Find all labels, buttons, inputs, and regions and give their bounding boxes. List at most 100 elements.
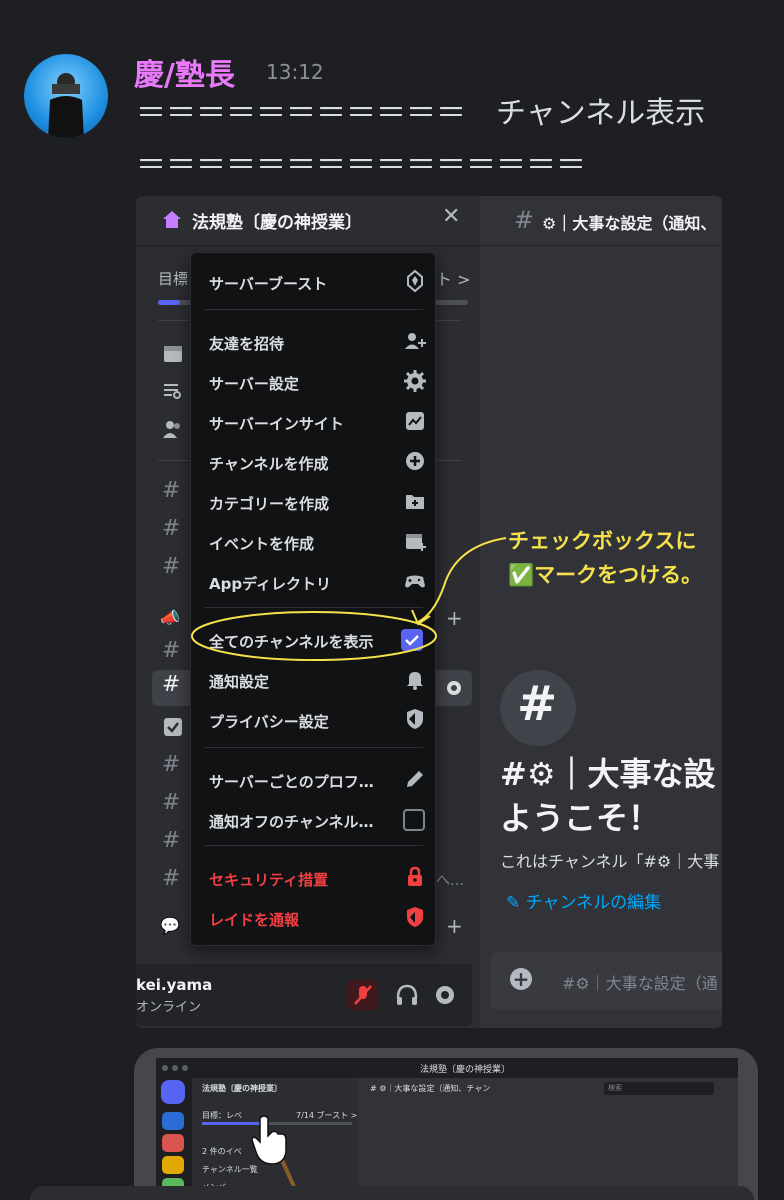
- gear-icon[interactable]: [444, 678, 464, 698]
- window-title: 法規塾〔慶の神授業〕: [420, 1065, 511, 1075]
- channel-header: # ⚙｜大事な設定（通知、: [480, 196, 722, 246]
- message-timestamp: 13:12: [266, 60, 324, 84]
- menu-item-pencil[interactable]: サーバーごとのプロフ…: [209, 765, 423, 795]
- server-goal-label[interactable]: 目標: [158, 268, 188, 289]
- server-rail: [156, 1078, 190, 1200]
- welcome-description: これはチャンネル「#⚙｜大事: [500, 852, 720, 871]
- channel-hash-icon[interactable]: #: [162, 516, 180, 541]
- channel-hash-icon[interactable]: #: [162, 828, 180, 853]
- laptop-main: # ⚙｜大事な設定（通知、チャン 検索: [358, 1078, 738, 1200]
- menu-item-label: 通知オフのチャンネル…: [209, 813, 374, 831]
- user-panel: kei.yama オンライン: [136, 964, 472, 1026]
- checkbox-empty-icon[interactable]: [403, 809, 425, 831]
- welcome-title: #⚙｜大事な設 ようこそ！: [500, 755, 716, 837]
- laptop-search-input[interactable]: 検索: [604, 1082, 714, 1095]
- laptop-events[interactable]: 2 件のイベ: [202, 1146, 242, 1157]
- members-icon[interactable]: [162, 418, 184, 440]
- server-icon: [163, 211, 181, 228]
- server-icon[interactable]: [162, 1134, 184, 1152]
- insights-icon: [406, 412, 424, 430]
- speech-bubble-icon[interactable]: 💬: [160, 916, 182, 938]
- invite-icon: [405, 333, 426, 349]
- message-text-line1: ＝＝＝＝＝＝＝＝＝＝＝ チャンネル表示: [136, 96, 706, 131]
- server-header[interactable]: 法規塾〔慶の神授業〕 ✕: [136, 196, 480, 246]
- channel-browse-icon[interactable]: [162, 380, 184, 402]
- channel-hash-icon[interactable]: #: [162, 478, 180, 503]
- attached-screenshot-2[interactable]: 法規塾〔慶の神授業〕 法規塾〔慶の神授業〕 目標：レベ 7/14 ブースト > …: [134, 1048, 758, 1200]
- avatar-person-image: [48, 73, 84, 138]
- message-text-line2: ＝＝＝＝＝＝＝＝＝＝＝＝＝＝＝: [136, 148, 586, 183]
- gear-icon: [436, 986, 454, 1004]
- menu-item-label: プライバシー設定: [209, 713, 329, 731]
- channel-hash-icon[interactable]: #: [162, 752, 180, 777]
- checklist-icon[interactable]: [162, 716, 184, 738]
- deafen-button[interactable]: [392, 980, 422, 1010]
- menu-item-label: セキュリティ措置: [209, 871, 329, 889]
- bottom-panel: [30, 1186, 754, 1200]
- menu-item-bell[interactable]: 通知設定: [209, 665, 423, 695]
- menu-item-boost[interactable]: サーバーブースト: [209, 267, 423, 297]
- author-avatar[interactable]: [24, 54, 108, 138]
- goal-progress-fill: [158, 300, 180, 305]
- menu-separator: [205, 845, 423, 846]
- user-status: オンライン: [136, 1000, 202, 1015]
- channel-hash-icon[interactable]: #: [162, 638, 180, 663]
- menu-item-shield-report[interactable]: レイドを通報: [209, 903, 423, 933]
- close-icon[interactable]: ✕: [442, 204, 460, 229]
- menu-item-plus-circle[interactable]: チャンネルを作成: [209, 447, 424, 477]
- folder-plus-icon: [406, 495, 424, 509]
- server-icon[interactable]: [162, 1112, 184, 1130]
- menu-separator: [205, 747, 423, 748]
- truncated-channel-name: へ…: [436, 873, 464, 889]
- pencil-icon: [407, 771, 423, 787]
- username[interactable]: kei.yama: [136, 976, 212, 994]
- menu-item-label: 友達を招待: [209, 335, 285, 353]
- menu-item-insights[interactable]: サーバーインサイト: [209, 407, 424, 437]
- menu-item-folder-plus[interactable]: カテゴリーを作成: [209, 487, 424, 517]
- message-placeholder: #⚙｜大事な設定（通: [562, 974, 718, 993]
- menu-item-label: サーバーごとのプロフ…: [209, 773, 374, 791]
- discord-home-icon[interactable]: [161, 1080, 185, 1104]
- message-input[interactable]: + #⚙｜大事な設定（通: [490, 952, 722, 1010]
- laptop-channel-title: # ⚙｜大事な設定（通知、チャン: [370, 1084, 491, 1093]
- calendar-icon[interactable]: [162, 342, 184, 364]
- edit-channel-link[interactable]: ✎ チャンネルの編集: [506, 888, 661, 913]
- laptop-screen: 法規塾〔慶の神授業〕 法規塾〔慶の神授業〕 目標：レベ 7/14 ブースト > …: [156, 1058, 738, 1200]
- laptop-goal[interactable]: 目標：レベ: [202, 1110, 242, 1121]
- user-settings-button[interactable]: [430, 980, 460, 1010]
- menu-item-label: レイドを通報: [209, 911, 300, 929]
- menu-item-gear[interactable]: サーバー設定: [209, 367, 426, 397]
- channel-hash-icon[interactable]: #: [162, 554, 180, 579]
- menu-item-invite[interactable]: 友達を招待: [209, 327, 426, 357]
- megaphone-icon[interactable]: 📣: [160, 608, 182, 630]
- channel-hash-icon[interactable]: #: [162, 790, 180, 815]
- menu-item-label: 通知設定: [209, 673, 270, 691]
- bell-icon: [407, 672, 423, 690]
- boost-link[interactable]: ト >: [436, 266, 471, 290]
- shield-report-icon: [407, 907, 423, 927]
- plus-circle-icon: [406, 452, 424, 470]
- channel-title: ⚙｜大事な設定（通知、: [542, 214, 717, 233]
- shield-icon: [407, 709, 423, 729]
- gear-icon: [404, 370, 426, 392]
- headphones-icon: [396, 984, 418, 1005]
- channel-hash-icon[interactable]: #: [162, 866, 180, 891]
- menu-item-lock[interactable]: セキュリティ措置: [209, 863, 422, 893]
- annotation-highlight: [191, 537, 507, 661]
- menu-item-checkbox-empty[interactable]: 通知オフのチャンネル…: [209, 805, 425, 835]
- annotation-text: チェックボックスに ✅マークをつける。: [508, 529, 703, 587]
- lock-icon: [408, 866, 422, 886]
- attached-screenshot-1[interactable]: 法規塾〔慶の神授業〕 ✕ # ⚙｜大事な設定（通知、 目標 ト > # # # …: [136, 196, 722, 1028]
- laptop-server-name[interactable]: 法規塾〔慶の神授業〕: [202, 1083, 282, 1094]
- menu-item-shield[interactable]: プライバシー設定: [209, 705, 423, 735]
- add-attachment-icon[interactable]: +: [510, 968, 532, 990]
- hash-icon: #: [514, 206, 535, 234]
- channel-welcome-icon: #: [500, 670, 576, 746]
- menu-item-label: サーバーインサイト: [209, 415, 344, 433]
- add-channel-icon[interactable]: +: [446, 914, 463, 938]
- boost-icon: [407, 269, 423, 293]
- mute-button[interactable]: [348, 980, 378, 1010]
- window-titlebar: 法規塾〔慶の神授業〕: [156, 1058, 738, 1078]
- menu-separator: [205, 309, 423, 310]
- server-icon[interactable]: [162, 1156, 184, 1174]
